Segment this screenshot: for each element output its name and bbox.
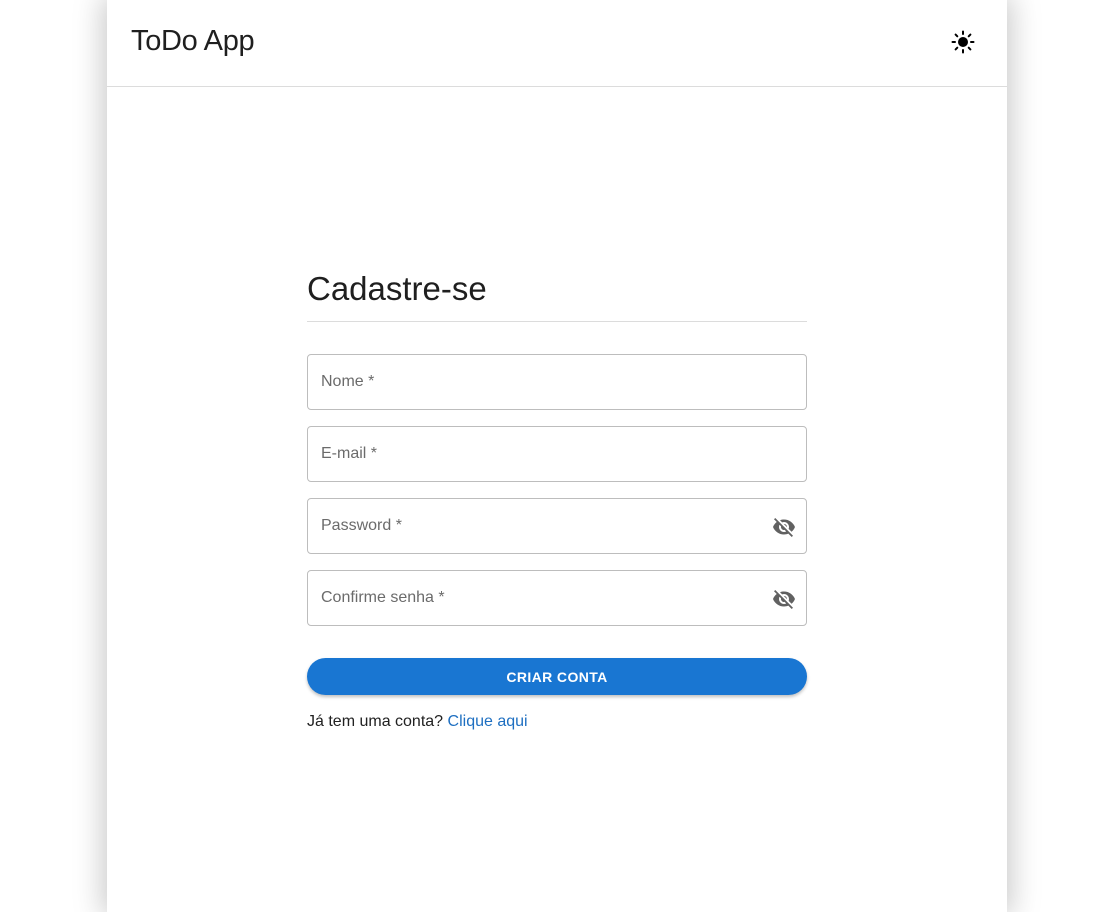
login-prompt-line: Já tem uma conta? Clique aqui	[307, 713, 807, 731]
app-header: ToDo App	[107, 0, 1007, 87]
sun-icon	[951, 30, 975, 54]
eye-off-icon	[773, 518, 795, 537]
name-input[interactable]	[308, 355, 806, 409]
email-input[interactable]	[308, 427, 806, 481]
confirm-password-field	[307, 570, 807, 626]
toggle-password-visibility-button[interactable]	[770, 513, 798, 541]
app-title: ToDo App	[131, 25, 255, 57]
name-field	[307, 354, 807, 410]
theme-toggle-button[interactable]	[943, 22, 983, 62]
app-shell: ToDo App Cadastre-se Nome * E-mail * CRI…	[107, 0, 1007, 912]
email-field	[307, 426, 807, 482]
signup-form: Cadastre-se CRIAR CONTA J	[307, 255, 807, 731]
login-prompt-text: Já tem uma conta?	[307, 713, 444, 730]
create-account-button[interactable]: CRIAR CONTA	[307, 658, 807, 695]
form-heading: Cadastre-se	[307, 255, 807, 322]
login-link[interactable]: Clique aqui	[448, 713, 528, 730]
confirm-password-input[interactable]	[308, 571, 806, 625]
eye-off-icon	[773, 590, 795, 609]
toggle-confirm-password-visibility-button[interactable]	[770, 585, 798, 613]
password-field	[307, 498, 807, 554]
password-input[interactable]	[308, 499, 806, 553]
